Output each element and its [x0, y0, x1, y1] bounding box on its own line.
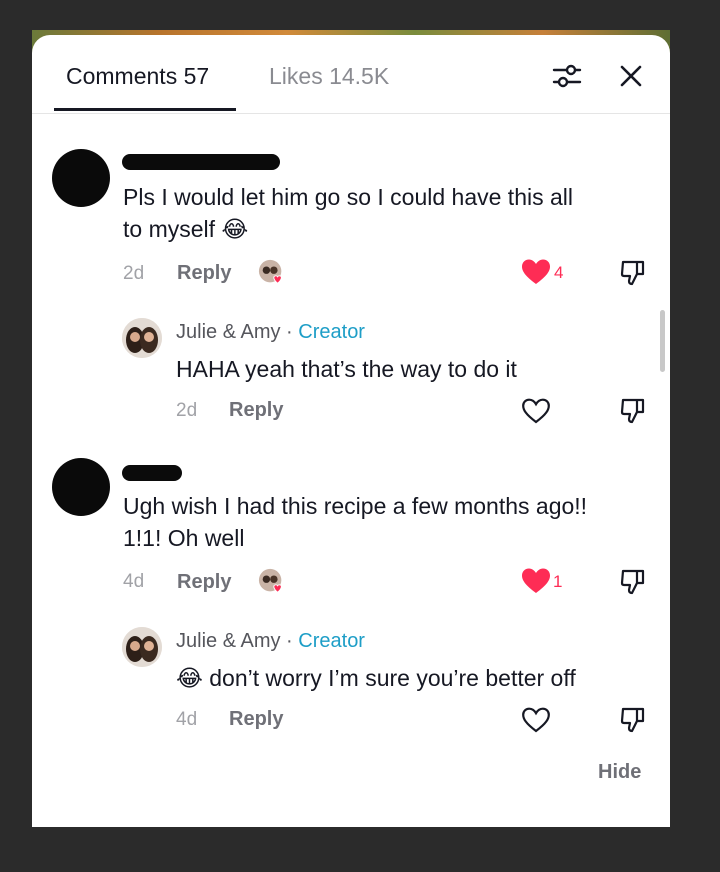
dislike-icon[interactable]	[620, 706, 646, 739]
tab-bar: Comments 57 Likes 14.5K	[32, 35, 670, 114]
heart-outline-icon[interactable]	[521, 706, 551, 739]
comment-text-line: Ugh wish I had this recipe a few months …	[123, 493, 588, 519]
like-heart-icon[interactable]	[521, 258, 551, 291]
like-count: 1	[553, 572, 563, 591]
comment-text-line: to myself 😂	[123, 216, 249, 242]
comment-text-line: Pls I would let him go so I could have t…	[123, 184, 574, 210]
reply-button[interactable]: Reply	[177, 262, 231, 285]
dislike-icon[interactable]	[620, 259, 646, 292]
comment-text: Pls I would let him go so I could have t…	[123, 181, 573, 245]
reply-text: HAHA yeah that’s the way to do it	[176, 356, 517, 382]
separator: ·	[286, 630, 293, 652]
dislike-icon[interactable]	[620, 397, 646, 430]
creator-avatar[interactable]	[122, 627, 162, 667]
tab-comments[interactable]: Comments 57	[66, 63, 209, 90]
separator: ·	[286, 321, 293, 343]
like-count: 4	[554, 263, 564, 282]
reply-button[interactable]: Reply	[229, 399, 283, 422]
redacted-username	[122, 154, 280, 170]
creator-badge: Creator	[298, 321, 365, 343]
comments-panel: Comments 57 Likes 14.5K Pls I would let …	[32, 35, 670, 827]
creator-badge: Creator	[298, 630, 365, 652]
scrollbar[interactable]	[660, 310, 665, 372]
reply-text: 😂 don’t worry I’m sure you’re better off	[176, 665, 576, 691]
comment-date: 4d	[123, 571, 145, 592]
comment-text: Ugh wish I had this recipe a few months …	[123, 490, 587, 554]
reply-author-line: Julie & Amy · Creator	[176, 321, 365, 344]
tab-likes[interactable]: Likes 14.5K	[269, 63, 389, 90]
reply-author-line: Julie & Amy · Creator	[176, 630, 365, 653]
reply-date: 4d	[176, 709, 198, 730]
reply-date: 2d	[176, 400, 198, 421]
avatar[interactable]	[52, 149, 110, 207]
dislike-icon[interactable]	[620, 568, 646, 601]
reply-author[interactable]: Julie & Amy	[176, 630, 280, 652]
active-tab-indicator	[54, 108, 236, 111]
comment-date: 2d	[123, 263, 145, 284]
reply-author[interactable]: Julie & Amy	[176, 321, 280, 343]
comment-text-line: 1!1! Oh well	[123, 525, 245, 551]
reply-button[interactable]: Reply	[177, 571, 231, 594]
redacted-username	[122, 465, 182, 481]
hide-replies-button[interactable]: Hide	[598, 761, 641, 784]
avatar[interactable]	[52, 458, 110, 516]
reply-button[interactable]: Reply	[229, 708, 283, 731]
close-icon[interactable]	[614, 59, 648, 93]
sliders-icon[interactable]	[550, 59, 584, 93]
like-heart-icon[interactable]	[521, 567, 551, 600]
heart-outline-icon[interactable]	[521, 397, 551, 430]
creator-avatar[interactable]	[122, 318, 162, 358]
